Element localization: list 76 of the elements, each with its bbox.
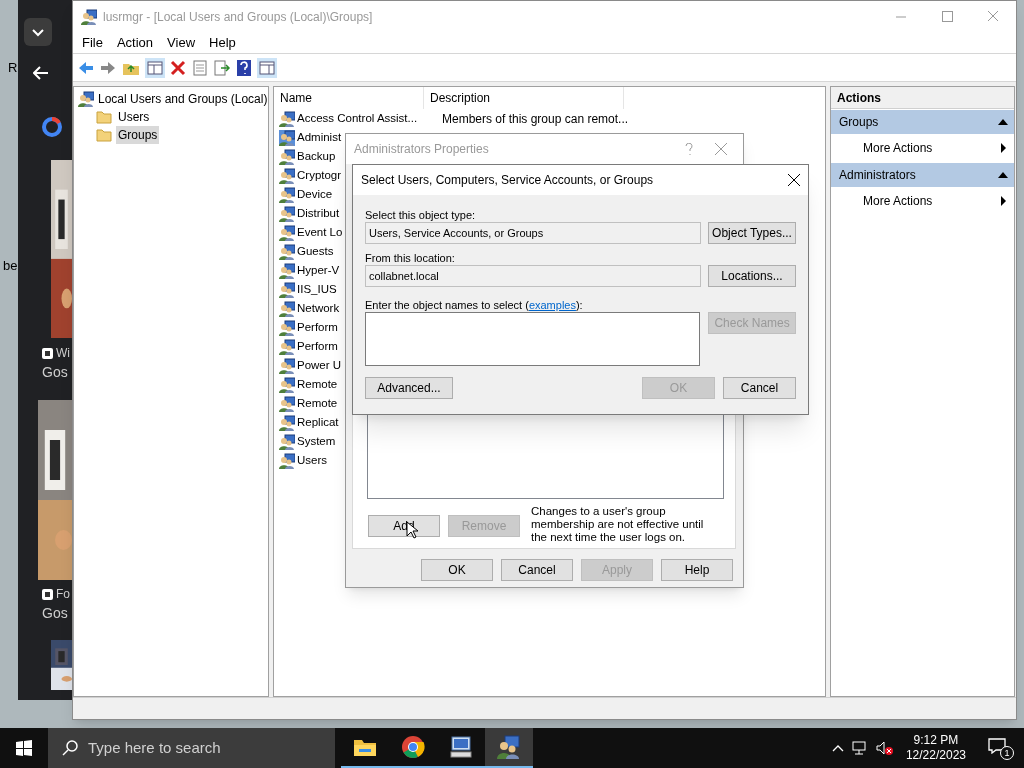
field-label: Select this object type:: [365, 208, 477, 221]
notification-button[interactable]: 1: [986, 736, 1016, 760]
group-icon: [78, 91, 94, 107]
tree-item[interactable]: Local Users and Groups (Local): [98, 90, 268, 108]
browser-icon: [401, 735, 425, 759]
console-tree-icon[interactable]: [145, 57, 165, 78]
group-name[interactable]: Access Control Assist...: [297, 109, 442, 128]
tree-item[interactable]: Users: [116, 108, 152, 126]
windows-icon: [16, 740, 32, 756]
section-title: Administrators: [839, 167, 916, 184]
section-title: Groups: [839, 114, 879, 131]
menu-item[interactable]: Help: [202, 33, 243, 53]
column-header[interactable]: Name: [274, 87, 424, 109]
close-icon[interactable]: [788, 174, 800, 186]
taskbar-app[interactable]: [485, 728, 533, 768]
source-name: Fo: [56, 586, 70, 603]
folder-icon: [96, 127, 112, 143]
dialog-title: Administrators Properties: [354, 141, 489, 158]
export-icon[interactable]: [213, 58, 231, 77]
column-header[interactable]: Description: [424, 87, 624, 109]
action-pane-icon[interactable]: [257, 57, 277, 78]
menu-item[interactable]: File: [75, 33, 110, 53]
readonly-field: collabnet.local: [365, 265, 701, 287]
dialog-button[interactable]: Advanced...: [365, 377, 453, 399]
muted-speaker-icon[interactable]: [875, 740, 894, 756]
time-text: 9:12 PM: [913, 733, 959, 748]
article-title[interactable]: Gos: [42, 603, 68, 624]
window-title: lusrmgr - [Local Users and Groups (Local)\Groups]: [103, 9, 373, 26]
field-label: From this location:: [365, 251, 456, 264]
group-icon: [497, 735, 521, 759]
date-text: 12/22/2023: [905, 748, 966, 763]
source-name: Wi: [56, 345, 70, 362]
computer-icon: [449, 735, 473, 759]
folder-icon: [96, 109, 112, 125]
dialog-button[interactable]: Cancel: [723, 377, 796, 399]
readonly-field: Users, Service Accounts, or Groups: [365, 222, 701, 244]
names-field[interactable]: [365, 312, 701, 366]
field-label: Enter the object names to select (examples):: [365, 298, 584, 311]
chevron-up-icon[interactable]: [831, 744, 844, 752]
submenu-arrow-icon: [1001, 196, 1006, 206]
table-cell-text: Members of this group can remot...: [442, 110, 629, 128]
submenu-arrow-icon: [1001, 143, 1006, 153]
action-link[interactable]: More Actions: [863, 139, 933, 157]
question-glyph: [685, 143, 693, 155]
collapse-icon[interactable]: [998, 172, 1008, 178]
dialog-title: Select Users, Computers, Service Accounts, or Groups: [361, 172, 654, 189]
search-engine-icon: [42, 117, 62, 137]
text-fragment: be: [3, 257, 18, 275]
site-icon: [42, 347, 53, 359]
dropdown-button[interactable]: [24, 18, 52, 46]
text-fragment: R: [8, 59, 18, 77]
search-field[interactable]: Type here to search: [48, 728, 335, 768]
section-header[interactable]: Groups: [831, 110, 1014, 134]
action-link[interactable]: More Actions: [863, 192, 933, 210]
dialog-button[interactable]: Help: [661, 559, 733, 581]
menu-item[interactable]: Action: [109, 33, 161, 53]
menu-item[interactable]: View: [160, 33, 203, 53]
section-header[interactable]: Administrators: [831, 163, 1014, 187]
info-text: Changes to a user's group membership are not effective until the next time the user logs on.: [531, 505, 705, 544]
site-icon: [42, 588, 53, 600]
dialog-button[interactable]: Object Types...: [708, 222, 796, 244]
network-icon[interactable]: [851, 740, 868, 756]
pane-title: Actions: [831, 87, 1014, 109]
message-icon: [988, 738, 1006, 754]
count-badge: 1: [1000, 746, 1014, 760]
search-icon: [62, 740, 78, 756]
dialog-button[interactable]: Cancel: [501, 559, 573, 581]
tree-item[interactable]: Groups: [116, 126, 160, 144]
article-title[interactable]: Gos: [42, 362, 68, 383]
app-icon: [81, 9, 97, 25]
delete-icon[interactable]: [169, 58, 187, 77]
help-icon[interactable]: [235, 58, 253, 77]
dialog-button[interactable]: Locations...: [708, 265, 796, 287]
dialog-button[interactable]: OK: [421, 559, 493, 581]
collapse-icon[interactable]: [998, 119, 1008, 125]
back-icon[interactable]: [33, 66, 49, 80]
